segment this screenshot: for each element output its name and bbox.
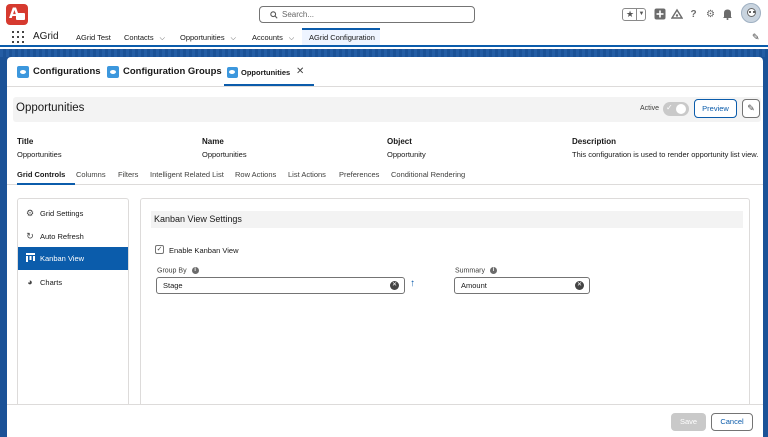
nav-item-agrid-test[interactable]: AGrid Test — [76, 33, 111, 42]
page-title: Opportunities — [16, 102, 85, 114]
footer-bar: Save Cancel — [7, 404, 763, 437]
global-header: A Search... ★ ▼ ? ⚙ — [0, 0, 768, 28]
preview-button[interactable]: Preview — [694, 99, 737, 118]
setup-gear-icon[interactable]: ⚙ — [704, 8, 717, 21]
tab-conditional-rendering[interactable]: Conditional Rendering — [391, 170, 465, 179]
tab-columns[interactable]: Columns — [76, 170, 106, 179]
chevron-down-icon[interactable]: ▼ — [636, 9, 646, 20]
group-by-combobox[interactable]: Stage ✕ — [156, 277, 405, 294]
kanban-settings-panel: Kanban View Settings ✓ Enable Kanban Vie… — [140, 198, 750, 437]
nav-grid-settings[interactable]: ⚙ Grid Settings — [18, 202, 128, 225]
tab-opportunities[interactable]: Opportunities ✕ — [224, 62, 314, 86]
nav-auto-refresh[interactable]: ↻ Auto Refresh — [18, 225, 128, 248]
enable-kanban-checkbox[interactable]: ✓ — [155, 245, 164, 254]
chevron-down-icon[interactable]: ⌵ — [160, 35, 165, 42]
config-subtabs: Grid Controls Columns Filters Intelligen… — [7, 165, 763, 185]
clear-icon[interactable]: ✕ — [390, 281, 399, 290]
enable-kanban-label: Enable Kanban View — [169, 246, 239, 255]
nav-charts[interactable]: ◕ Charts — [18, 271, 128, 294]
edit-nav-icon[interactable]: ✎ — [752, 32, 760, 43]
active-tab-indicator — [17, 183, 75, 185]
avatar[interactable] — [741, 3, 761, 23]
group-by-label: Group By i — [157, 267, 199, 274]
favorites-button[interactable]: ★ ▼ — [622, 8, 646, 21]
tab-intelligent-related-list[interactable]: Intelligent Related List — [150, 170, 224, 179]
tab-row-actions[interactable]: Row Actions — [235, 170, 276, 179]
nav-item-contacts[interactable]: Contacts ⌵ — [124, 33, 165, 43]
notifications-bell-icon[interactable] — [721, 8, 734, 21]
pencil-icon: ✎ — [747, 103, 755, 113]
refresh-icon: ↻ — [26, 231, 34, 241]
summary-combobox[interactable]: Amount ✕ — [454, 277, 590, 294]
sort-ascending-icon[interactable]: ↑ — [410, 278, 415, 289]
app-navigation: AGrid AGrid Test Contacts ⌵ Opportunities… — [0, 28, 768, 47]
field-object: Object Opportunity — [387, 137, 426, 159]
tab-preferences[interactable]: Preferences — [339, 170, 379, 179]
gear-icon: ⚙ — [25, 208, 35, 218]
app-logo-icon[interactable]: A — [6, 4, 28, 25]
section-header: Kanban View Settings — [151, 211, 743, 228]
pie-chart-icon: ◕ — [27, 277, 33, 287]
clear-icon[interactable]: ✕ — [575, 281, 584, 290]
trailhead-icon[interactable] — [670, 8, 683, 21]
layers-icon — [107, 66, 119, 78]
favorite-star-icon: ★ — [626, 9, 635, 19]
chevron-down-icon[interactable]: ⌵ — [289, 35, 294, 42]
field-name: Name Opportunities — [202, 137, 247, 159]
configuration-icon — [17, 66, 29, 78]
edit-button[interactable]: ✎ — [742, 99, 760, 118]
nav-item-opportunities[interactable]: Opportunities ⌵ — [180, 33, 236, 43]
global-search-input[interactable]: Search... — [259, 6, 475, 23]
kanban-icon — [25, 253, 35, 264]
main-card: Configurations Configuration Groups Oppo… — [7, 57, 763, 437]
cancel-button[interactable]: Cancel — [711, 413, 753, 431]
check-icon: ✓ — [666, 103, 673, 112]
save-button[interactable]: Save — [671, 413, 706, 431]
field-title: Title Opportunities — [17, 137, 62, 159]
tab-grid-controls[interactable]: Grid Controls — [17, 170, 65, 179]
chevron-down-icon[interactable]: ⌵ — [231, 35, 236, 42]
search-placeholder: Search... — [282, 10, 315, 19]
tab-list-actions[interactable]: List Actions — [288, 170, 326, 179]
active-toggle[interactable]: ✓ — [663, 102, 689, 116]
tab-configurations[interactable]: Configurations — [17, 66, 109, 80]
configuration-icon — [227, 67, 238, 78]
nav-item-accounts[interactable]: Accounts ⌵ — [252, 33, 294, 43]
tab-filters[interactable]: Filters — [118, 170, 138, 179]
active-label: Active — [640, 105, 660, 112]
summary-label: Summary i — [455, 267, 497, 274]
close-icon[interactable]: ✕ — [296, 66, 304, 77]
help-icon[interactable]: ? — [687, 8, 700, 21]
background-pattern — [0, 49, 768, 57]
field-description: Description This configuration is used t… — [572, 137, 759, 159]
info-icon[interactable]: i — [489, 267, 497, 274]
search-icon — [270, 11, 278, 19]
add-icon[interactable] — [653, 8, 666, 21]
app-name: AGrid — [33, 31, 59, 42]
nav-kanban-view[interactable]: Kanban View — [18, 247, 128, 270]
nav-item-agrid-configuration[interactable]: AGrid Configuration — [302, 28, 380, 45]
tab-configuration-groups[interactable]: Configuration Groups — [107, 66, 222, 80]
app-launcher-icon[interactable] — [12, 31, 24, 43]
info-icon[interactable]: i — [191, 267, 199, 274]
record-header: Opportunities Active ✓ Preview ✎ — [13, 97, 761, 122]
workspace-tabs: Configurations Configuration Groups Oppo… — [7, 57, 763, 87]
settings-nav-panel: ⚙ Grid Settings ↻ Auto Refresh Kanban Vi… — [17, 198, 129, 437]
